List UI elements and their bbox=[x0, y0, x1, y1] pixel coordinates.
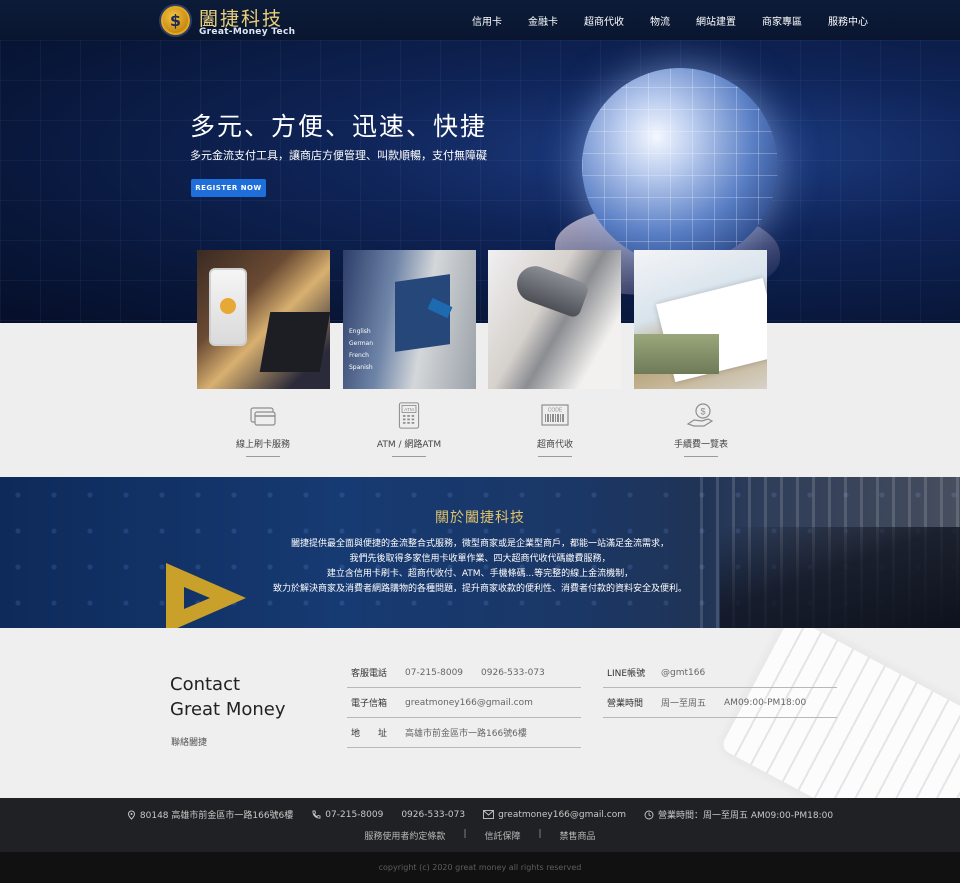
email-link[interactable]: greatmoney166@gmail.com bbox=[405, 698, 533, 708]
credit-card-icon bbox=[250, 407, 276, 426]
contact-row-email: 電子信箱 greatmoney166@gmail.com bbox=[347, 688, 581, 718]
about-section: 關於闔捷科技 闔捷提供最全面與便捷的金流整合式服務，微型商家或是企業型商戶，都能… bbox=[0, 477, 960, 628]
svg-text:ATM: ATM bbox=[404, 407, 414, 413]
link-separator: | bbox=[538, 829, 542, 839]
coin-hand-icon: $ bbox=[686, 403, 714, 427]
hero-grid-pattern bbox=[0, 40, 960, 323]
service-image-online-card[interactable] bbox=[197, 250, 330, 389]
link-terms[interactable]: 服務使用者約定條款 bbox=[364, 829, 445, 842]
main-menu: 信用卡 金融卡 超商代收 物流 網站建置 商家專區 服務中心 bbox=[472, 13, 894, 28]
service-image-atm[interactable]: English German French Spanish bbox=[343, 250, 476, 389]
nav-item-website-build[interactable]: 網站建置 bbox=[696, 13, 736, 28]
underline-divider bbox=[684, 456, 718, 457]
hero-title: 多元、方便、迅速、快捷 bbox=[190, 112, 488, 141]
banknotes-image bbox=[634, 334, 719, 374]
map-pin-icon bbox=[127, 809, 135, 820]
contact-row-line: LINE帳號 @gmt166 bbox=[603, 658, 837, 688]
dollar-coin-icon: $ bbox=[161, 6, 190, 35]
footer: 80148 高雄市前金區市一路166號6樓 07-215-8009 0926-5… bbox=[0, 798, 960, 852]
service-atm[interactable]: ATM ATM / 網路ATM bbox=[344, 402, 474, 457]
nav-item-service-center[interactable]: 服務中心 bbox=[828, 13, 868, 28]
service-convenience-store[interactable]: CODE 超商代收 bbox=[490, 402, 620, 457]
service-label: 超商代收 bbox=[536, 440, 573, 450]
contact-subtitle: 聯絡闔捷 bbox=[171, 738, 208, 748]
footer-email[interactable]: greatmoney166@gmail.com bbox=[498, 810, 626, 820]
hero-subtitle: 多元金流支付工具，讓商店方便管理、叫款順暢，支付無障礙 bbox=[190, 149, 487, 162]
service-label: 線上刷卡服務 bbox=[235, 440, 290, 450]
link-separator: | bbox=[463, 829, 467, 839]
contact-row-address: 地 址 高雄市前金區市一路166號6樓 bbox=[347, 718, 581, 748]
services-section bbox=[0, 323, 960, 477]
hero-banner: 多元、方便、迅速、快捷 多元金流支付工具，讓商店方便管理、叫款順暢，支付無障礙 … bbox=[0, 40, 960, 323]
nav-item-logistics[interactable]: 物流 bbox=[650, 13, 670, 28]
footer-phone[interactable]: 07-215-8009 bbox=[325, 810, 383, 820]
clock-icon bbox=[644, 810, 654, 819]
svg-text:CODE: CODE bbox=[548, 408, 563, 414]
about-description: 闔捷提供最全面與便捷的金流整合式服務，微型商家或是企業型商戶，都能一站滿足金流需… bbox=[272, 539, 687, 594]
register-now-button[interactable]: REGISTER NOW bbox=[191, 179, 266, 197]
top-navbar: $ 闔捷科技 Great-Money Tech 信用卡 金融卡 超商代收 物流 … bbox=[0, 0, 960, 40]
atm-icon: ATM bbox=[398, 402, 420, 429]
footer-hours: 營業時間：周一至周五 AM09:00-PM18:00 bbox=[658, 811, 834, 821]
phone-icon bbox=[312, 810, 321, 818]
envelope-icon bbox=[483, 810, 495, 819]
contact-section: Contact Great Money 聯絡闔捷 客服電話 07-215-800… bbox=[0, 628, 960, 798]
footer-address: 80148 高雄市前金區市一路166號6樓 bbox=[139, 811, 294, 821]
service-label: 手續費一覽表 bbox=[673, 440, 728, 450]
footer-mobile[interactable]: 0926-533-073 bbox=[401, 810, 465, 820]
barcode-scanner-image bbox=[511, 261, 591, 319]
underline-divider bbox=[392, 456, 426, 457]
copyright-bar: copyright (c) 2020 great money all right… bbox=[0, 852, 960, 883]
phone-number[interactable]: 07-215-8009 bbox=[405, 668, 463, 678]
mobile-number[interactable]: 0926-533-073 bbox=[481, 668, 545, 678]
footer-info: 80148 高雄市前金區市一路166號6樓 07-215-8009 0926-5… bbox=[0, 808, 960, 821]
footer-links: 服務使用者約定條款 | 信託保障 | 禁售商品 bbox=[0, 829, 960, 842]
link-trust[interactable]: 信託保障 bbox=[484, 829, 520, 842]
contact-row-phone: 客服電話 07-215-8009 0926-533-073 bbox=[347, 658, 581, 688]
underline-divider bbox=[538, 456, 572, 457]
nav-item-credit-card[interactable]: 信用卡 bbox=[472, 13, 502, 28]
globe-image bbox=[582, 68, 778, 264]
service-image-fees[interactable] bbox=[634, 250, 767, 389]
barcode-icon: CODE bbox=[541, 404, 569, 426]
nav-item-merchant-zone[interactable]: 商家專區 bbox=[762, 13, 802, 28]
service-label: ATM / 網路ATM bbox=[376, 440, 442, 450]
service-image-convenience-store[interactable] bbox=[488, 250, 621, 389]
brand-logo[interactable]: $ 闔捷科技 Great-Money Tech bbox=[161, 4, 301, 37]
contact-row-hours: 營業時間 周一至周五 AM09:00-PM18:00 bbox=[603, 688, 837, 718]
contact-title: Contact Great Money bbox=[170, 674, 286, 720]
link-prohibited[interactable]: 禁售商品 bbox=[560, 829, 596, 842]
service-online-card[interactable]: 線上刷卡服務 bbox=[198, 402, 328, 457]
underline-divider bbox=[246, 456, 280, 457]
nav-item-convenience-store[interactable]: 超商代收 bbox=[584, 13, 624, 28]
smartphone-image bbox=[209, 268, 247, 346]
address-text: 高雄市前金區市一路166號6樓 bbox=[405, 729, 527, 739]
line-id[interactable]: @gmt166 bbox=[661, 668, 705, 678]
brand-name-en: Great-Money Tech bbox=[199, 27, 296, 37]
nav-item-debit-card[interactable]: 金融卡 bbox=[528, 13, 558, 28]
service-fees[interactable]: $ 手續費一覽表 bbox=[636, 402, 766, 457]
svg-text:$: $ bbox=[700, 407, 705, 417]
about-title: 關於闔捷科技 bbox=[435, 510, 525, 526]
atm-language-options: English German French Spanish bbox=[349, 328, 374, 371]
